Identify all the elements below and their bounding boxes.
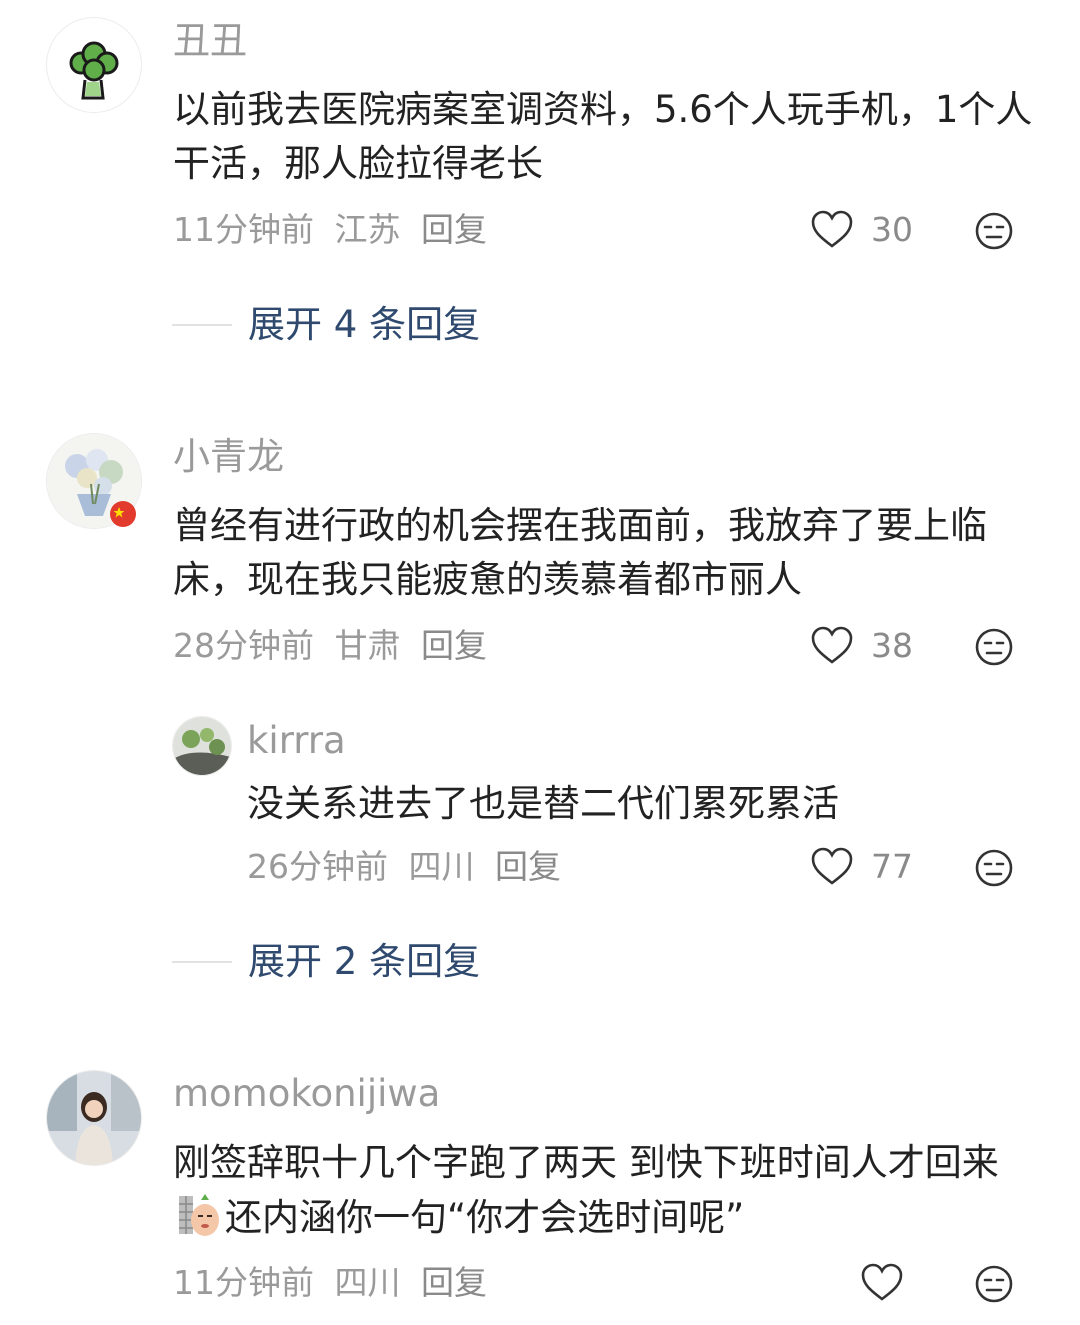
reply-button[interactable]: 回复 (421, 1263, 487, 1302)
username[interactable]: momokonijiwa (173, 1075, 440, 1112)
timestamp: 11分钟前 (173, 1263, 314, 1302)
comment-text-part2: 还内涵你一句“你才会选时间呢” (225, 1196, 745, 1239)
girl-avatar-icon (47, 1071, 141, 1165)
comment-text: 刚签辞职十几个字跑了两天 到快下班时间人才回来 还内涵你一句“你才会选时间呢” (173, 1136, 1033, 1245)
comment-3: momokonijiwa 刚签辞职十几个字跑了两天 到快下班时间人才回来 还内涵… (0, 0, 1080, 1325)
dislike-face-icon[interactable] (974, 1264, 1014, 1304)
location: 四川 (334, 1263, 401, 1302)
comment-text-part1: 刚签辞职十几个字跑了两天 到快下班时间人才回来 (173, 1141, 999, 1184)
avatar-momokonijiwa[interactable] (46, 1070, 142, 1166)
comment-meta: 11分钟前 四川 回复 (173, 1266, 497, 1299)
sticker-emoji (179, 1194, 219, 1236)
heart-icon[interactable] (860, 1263, 904, 1303)
